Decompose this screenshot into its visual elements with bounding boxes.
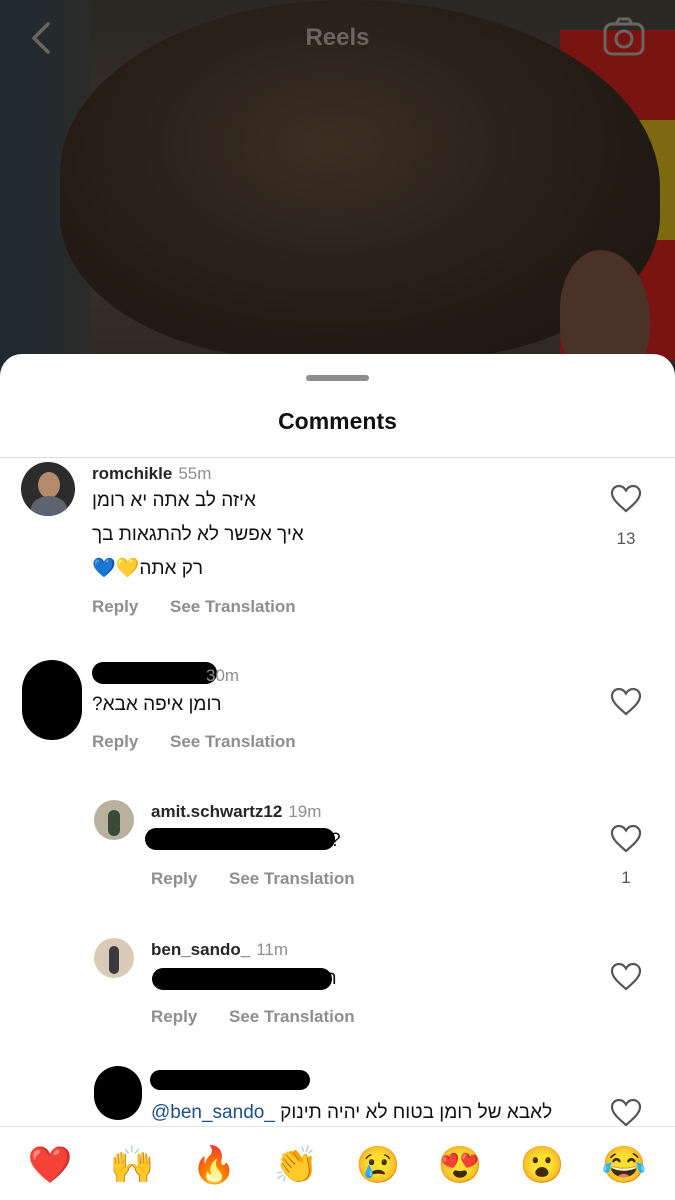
- reply-button[interactable]: Reply: [92, 597, 138, 617]
- heart-icon: [610, 824, 642, 853]
- redaction-scribble: [22, 660, 82, 740]
- redaction-scribble: [152, 968, 332, 990]
- heart-icon: [610, 484, 642, 513]
- comment-item: 30m רומן איפה אבא? Reply See Translation: [0, 660, 675, 770]
- comment-username[interactable]: romchikle 55m: [92, 464, 211, 484]
- comment-reply-item: amit.schwartz12 19m ? Reply See Translati…: [0, 800, 675, 900]
- comment-time: 19m: [288, 802, 322, 821]
- comment-text-line: רומן איפה אבא?: [92, 694, 222, 715]
- username-text: ben_sando_: [151, 940, 251, 959]
- comment-username[interactable]: ben_sando_ 11m: [151, 940, 288, 960]
- see-translation-button[interactable]: See Translation: [229, 869, 355, 889]
- comment-reply-item: ben_sando_11m תינוק Reply See Translatio…: [0, 938, 675, 1038]
- top-bar: Reels: [0, 0, 675, 80]
- emoji-clapping-button[interactable]: 👏: [272, 1141, 320, 1189]
- like-button[interactable]: [610, 824, 642, 854]
- like-button[interactable]: [610, 687, 642, 717]
- divider: [0, 457, 675, 458]
- comment-time: 30m: [206, 666, 240, 685]
- heart-icon: [610, 687, 642, 716]
- like-button[interactable]: [610, 962, 642, 992]
- reply-button[interactable]: Reply: [151, 1007, 197, 1027]
- emoji-laughing-button[interactable]: 😂: [600, 1141, 648, 1189]
- comment-text-line: רק אתה💛💙: [92, 558, 204, 579]
- emoji-surprised-button[interactable]: 😮: [518, 1141, 566, 1189]
- camera-icon: [603, 17, 645, 56]
- comment-time: 11m: [256, 940, 289, 959]
- emoji-fire-button[interactable]: 🔥: [190, 1141, 238, 1189]
- redaction-scribble: [94, 1066, 142, 1120]
- avatar[interactable]: [94, 800, 134, 840]
- reply-button[interactable]: Reply: [151, 869, 197, 889]
- like-button[interactable]: [610, 484, 642, 514]
- see-translation-button[interactable]: See Translation: [170, 732, 296, 752]
- like-button[interactable]: [610, 1098, 642, 1126]
- avatar[interactable]: [94, 938, 134, 978]
- avatar[interactable]: [21, 462, 75, 516]
- avatar-person: [108, 810, 120, 836]
- avatar-shirt: [31, 496, 67, 516]
- emoji-reaction-bar: ❤️ 🙌 🔥 👏 😢 😍 😮 😂: [0, 1126, 675, 1200]
- avatar-person: [109, 946, 119, 974]
- emoji-heart-eyes-button[interactable]: 😍: [436, 1141, 484, 1189]
- redaction-scribble: [92, 662, 217, 684]
- comment-text-line: @ben_sando_ לאבא של רומן בטוח לא יהיה תי…: [151, 1102, 571, 1124]
- emoji-raising-hands-button[interactable]: 🙌: [108, 1141, 156, 1189]
- comment-username[interactable]: amit.schwartz12 19m: [151, 802, 321, 822]
- see-translation-button[interactable]: See Translation: [229, 1007, 355, 1027]
- reply-button[interactable]: Reply: [92, 732, 138, 752]
- comment-text: לאבא של רומן בטוח לא יהיה תינוק: [280, 1102, 553, 1123]
- comment-item: romchikle 55m איזה לב אתה יא רומן איך אפש…: [0, 462, 675, 632]
- redaction-scribble: [150, 1070, 310, 1090]
- comment-time: 55m: [178, 464, 212, 483]
- heart-icon: [610, 1098, 642, 1126]
- emoji-heart-button[interactable]: ❤️: [26, 1141, 74, 1189]
- comment-reply-item: @ben_sando_ לאבא של רומן בטוח לא יהיה תי…: [0, 1064, 675, 1126]
- comment-text-line: איך אפשר לא להתגאות בך: [92, 524, 304, 545]
- emoji-crying-button[interactable]: 😢: [354, 1141, 402, 1189]
- see-translation-button[interactable]: See Translation: [170, 597, 296, 617]
- heart-icon: [610, 962, 642, 991]
- avatar-face: [38, 472, 60, 498]
- comments-title: Comments: [278, 408, 397, 434]
- like-count: 13: [616, 529, 636, 548]
- sheet-grabber-handle[interactable]: [306, 375, 369, 381]
- like-count: 1: [621, 868, 631, 887]
- comment-username[interactable]: 30m: [206, 666, 239, 686]
- camera-button[interactable]: [600, 14, 648, 62]
- username-text: romchikle: [92, 464, 173, 483]
- mention-link[interactable]: @ben_sando_: [151, 1102, 275, 1123]
- comment-text-line: איזה לב אתה יא רומן: [92, 490, 256, 511]
- username-text: amit.schwartz12: [151, 802, 283, 821]
- page-title: Reels: [305, 24, 370, 51]
- redaction-scribble: [145, 828, 335, 850]
